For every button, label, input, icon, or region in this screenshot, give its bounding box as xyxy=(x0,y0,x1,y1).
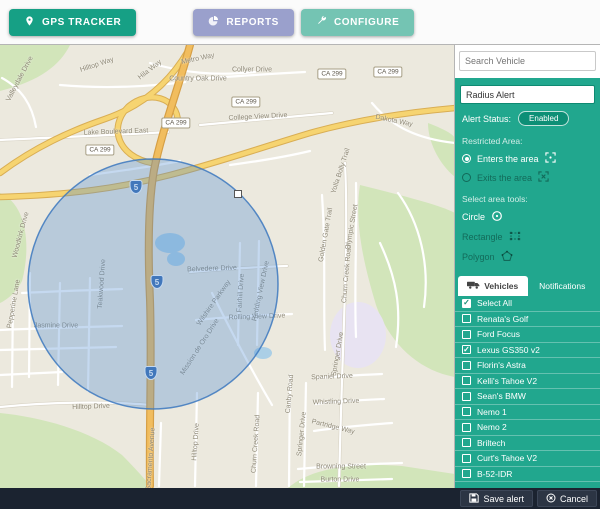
vehicle-row[interactable]: Florin's Astra xyxy=(455,358,600,374)
radio-icon[interactable] xyxy=(462,173,471,182)
vehicle-label: Lexus GS350 v2 xyxy=(477,345,540,355)
option-label: Exits the area xyxy=(477,173,532,183)
alert-sidebar: Alert Status: Enabled Restricted Area: E… xyxy=(455,45,600,488)
vehicle-row[interactable]: B-52-IDR xyxy=(455,467,600,483)
vehicle-label: Ford Focus xyxy=(477,329,520,339)
pie-chart-icon xyxy=(208,15,219,29)
alert-status-row: Alert Status: Enabled xyxy=(455,108,600,129)
search-vehicle-input[interactable] xyxy=(459,51,596,71)
checkbox[interactable]: ✓ xyxy=(462,345,471,354)
cancel-label: Cancel xyxy=(560,494,588,504)
vehicle-row[interactable]: Briltech xyxy=(455,436,600,452)
checkbox[interactable] xyxy=(462,407,471,416)
option-label: Enters the area xyxy=(477,154,539,164)
top-toolbar: GPS TRACKER REPORTS CONFIGURE xyxy=(0,0,600,44)
tool-circle[interactable]: Circle xyxy=(455,207,600,227)
map[interactable]: Valleydale DriveHilltop WayHila WayMetro… xyxy=(0,45,455,488)
tab-label: REPORTS xyxy=(226,17,279,28)
exit-area-icon xyxy=(538,171,549,184)
vehicle-label: Sean's BMW xyxy=(477,391,526,401)
radio-exits-area[interactable]: Exits the area xyxy=(455,168,600,187)
alert-status-toggle[interactable]: Enabled xyxy=(518,111,569,126)
tool-label: Rectangle xyxy=(462,232,503,242)
tab-reports[interactable]: REPORTS xyxy=(193,9,294,36)
checkbox[interactable] xyxy=(462,438,471,447)
alert-area-overlay xyxy=(0,45,455,488)
bottom-bar: Save alert Cancel xyxy=(0,488,600,509)
vehicle-label: B-52-IDR xyxy=(477,469,512,479)
tab-configure[interactable]: CONFIGURE xyxy=(301,9,414,36)
vehicle-label: Renata's Golf xyxy=(477,314,528,324)
checkbox[interactable] xyxy=(462,314,471,323)
tool-polygon[interactable]: Polygon xyxy=(455,247,600,267)
vehicle-label: Select All xyxy=(477,298,512,308)
tab-vehicles[interactable]: Vehicles xyxy=(458,276,528,296)
radius-alert-panel: Alert Status: Enabled Restricted Area: E… xyxy=(455,78,600,488)
circle-x-icon xyxy=(546,493,556,505)
vehicle-row[interactable]: Kelli's Tahoe V2 xyxy=(455,374,600,390)
vehicle-label: Kelli's Tahoe V2 xyxy=(477,376,537,386)
tab-label: CONFIGURE xyxy=(334,17,399,28)
sidebar-tabs: Vehicles Notifications xyxy=(455,276,600,296)
vehicle-label: Nemo 2 xyxy=(477,422,507,432)
checkbox[interactable]: ✓ xyxy=(462,299,471,308)
checkbox[interactable] xyxy=(462,376,471,385)
tab-gps-tracker[interactable]: GPS TRACKER xyxy=(9,9,136,36)
checkbox[interactable] xyxy=(462,469,471,478)
enter-area-icon xyxy=(545,152,556,165)
tab-label: GPS TRACKER xyxy=(42,17,121,28)
floppy-icon xyxy=(469,493,479,505)
vehicle-label: Nemo 1 xyxy=(477,407,507,417)
tab-label: Vehicles xyxy=(484,281,518,291)
rectangle-tool-icon xyxy=(509,230,521,244)
vehicle-row[interactable]: Nemo 2 xyxy=(455,420,600,436)
vehicle-icon xyxy=(467,281,480,291)
vehicle-row[interactable]: Sean's BMW xyxy=(455,389,600,405)
vehicle-row[interactable]: Nemo 1 xyxy=(455,405,600,421)
search-area xyxy=(455,45,600,78)
alert-name-input[interactable] xyxy=(460,85,595,104)
tool-label: Polygon xyxy=(462,252,495,262)
polygon-tool-icon xyxy=(501,250,513,264)
checkbox[interactable] xyxy=(462,392,471,401)
gps-marker-icon xyxy=(24,15,35,30)
vehicle-label: Curt's Tahoe V2 xyxy=(477,453,537,463)
tab-label: Notifications xyxy=(539,281,585,291)
checkbox[interactable] xyxy=(462,423,471,432)
circle-resize-handle[interactable] xyxy=(234,190,242,198)
tab-notifications[interactable]: Notifications xyxy=(528,276,598,296)
area-tools-label: Select area tools: xyxy=(455,187,600,207)
vehicle-row[interactable]: ✓ Lexus GS350 v2 xyxy=(455,343,600,359)
radio-enters-area[interactable]: Enters the area xyxy=(455,149,600,168)
checkbox[interactable] xyxy=(462,330,471,339)
save-label: Save alert xyxy=(483,494,524,504)
vehicle-list: ✓ Select All Renata's Golf Ford Focus ✓ Lexus… xyxy=(455,296,600,488)
cancel-button[interactable]: Cancel xyxy=(537,490,597,507)
vehicle-row[interactable]: Renata's Golf xyxy=(455,312,600,328)
circle-tool-icon xyxy=(491,210,503,224)
checkbox[interactable] xyxy=(462,361,471,370)
alert-status-label: Alert Status: xyxy=(462,114,511,124)
wrench-icon xyxy=(316,15,327,29)
tool-label: Circle xyxy=(462,212,485,222)
restricted-area-label: Restricted Area: xyxy=(455,129,600,149)
vehicle-row[interactable]: Ford Focus xyxy=(455,327,600,343)
select-all-row[interactable]: ✓ Select All xyxy=(455,296,600,312)
vehicle-row[interactable]: Curt's Tahoe V2 xyxy=(455,451,600,467)
main-content: Valleydale DriveHilltop WayHila WayMetro… xyxy=(0,44,600,487)
vehicle-label: Briltech xyxy=(477,438,505,448)
radio-icon[interactable] xyxy=(462,154,471,163)
tool-rectangle[interactable]: Rectangle xyxy=(455,227,600,247)
save-alert-button[interactable]: Save alert xyxy=(460,490,533,507)
vehicle-label: Florin's Astra xyxy=(477,360,526,370)
checkbox[interactable] xyxy=(462,454,471,463)
